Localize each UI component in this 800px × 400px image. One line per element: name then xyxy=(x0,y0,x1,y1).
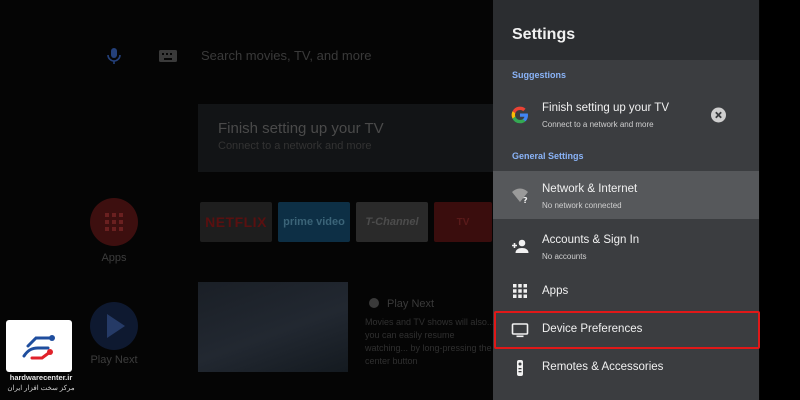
play-next-description: Movies and TV shows will also... you can… xyxy=(365,317,495,366)
dismiss-icon[interactable] xyxy=(711,107,726,123)
play-next-thumbnail[interactable] xyxy=(198,282,348,372)
search-placeholder[interactable]: Search movies, TV, and more xyxy=(201,48,372,63)
settings-title: Settings xyxy=(512,26,576,43)
settings-item-subtitle: No accounts xyxy=(542,252,587,261)
hardwarecenter-logo-icon xyxy=(22,335,55,360)
channel-tile-netflix[interactable]: NETFLIX xyxy=(200,202,272,242)
play-next-title: Play Next xyxy=(387,298,435,310)
channel-tile-prime-video[interactable]: prime video xyxy=(278,202,350,242)
settings-item-remotes-accessories[interactable]: Remotes & Accessories xyxy=(493,344,759,392)
rail-apps-label: Apps xyxy=(101,252,127,264)
apps-grid-icon xyxy=(513,284,527,298)
screen-bezel xyxy=(760,0,800,400)
wifi-question-icon: ? xyxy=(512,188,528,204)
suggestion-finish-setup[interactable]: Finish setting up your TV Connect to a n… xyxy=(493,91,759,139)
settings-item-title: Accounts & Sign In xyxy=(542,234,640,246)
svg-text:?: ? xyxy=(523,196,528,204)
apps-grid-icon xyxy=(105,213,123,231)
add-person-icon xyxy=(512,239,529,253)
suggestion-subtitle: Connect to a network and more xyxy=(542,120,654,129)
play-next-icon xyxy=(369,298,379,308)
settings-item-title: Apps xyxy=(542,285,569,297)
settings-item-title: Remotes & Accessories xyxy=(542,361,664,373)
microphone-icon[interactable] xyxy=(104,46,124,66)
watermark-url: hardwarecenter.ir xyxy=(9,373,73,382)
suggestion-title: Finish setting up your TV xyxy=(542,102,669,114)
settings-item-subtitle: No network connected xyxy=(542,201,622,210)
general-settings-section-label: General Settings xyxy=(512,151,584,161)
setup-banner-subtitle: Connect to a network and more xyxy=(218,140,372,152)
remote-icon xyxy=(517,360,523,376)
settings-item-title: Network & Internet xyxy=(542,183,638,195)
setup-banner[interactable] xyxy=(198,104,498,172)
settings-item-accounts-sign-in[interactable]: Accounts & Sign In No accounts xyxy=(493,222,759,270)
watermark-tagline: مرکز سخت افزار ایران xyxy=(7,385,75,392)
channel-tile-tchannel[interactable]: T-Channel xyxy=(356,202,428,242)
setup-banner-title: Finish setting up your TV xyxy=(218,120,384,137)
suggestions-section-label: Suggestions xyxy=(512,70,567,80)
keyboard-icon[interactable] xyxy=(158,48,178,64)
rail-play-next-label: Play Next xyxy=(90,354,138,366)
settings-item-network-internet[interactable]: ? Network & Internet No network connecte… xyxy=(493,171,759,219)
play-icon xyxy=(107,314,125,338)
channel-tile-tv[interactable]: TV xyxy=(434,202,492,242)
device-preferences-highlight xyxy=(494,311,760,349)
google-g-icon xyxy=(511,106,528,124)
